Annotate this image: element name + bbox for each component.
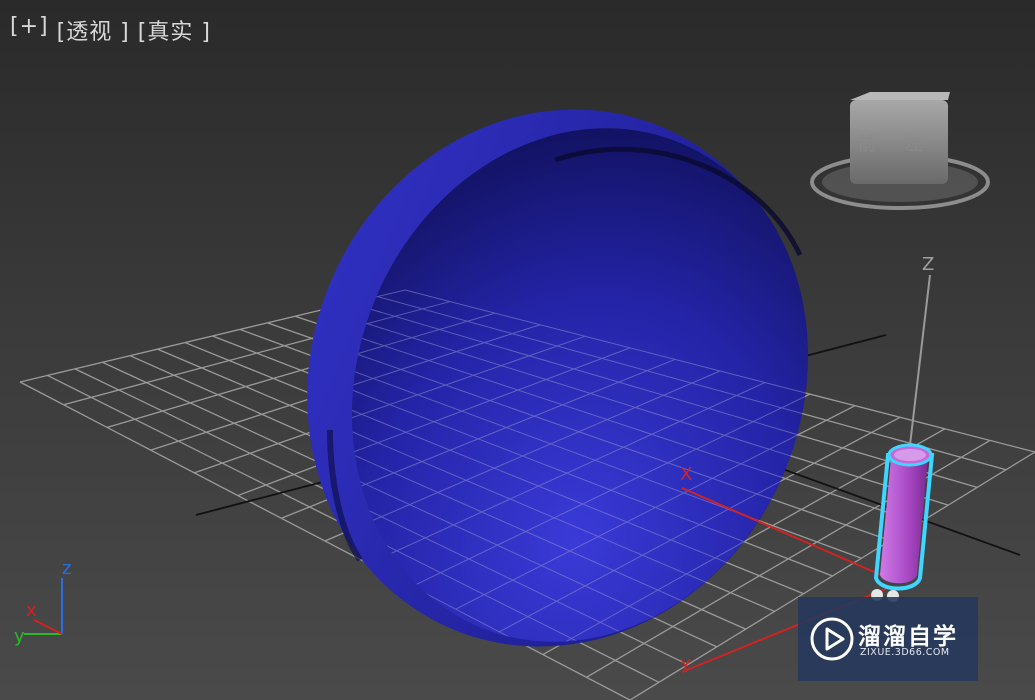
svg-text:前: 前 bbox=[858, 134, 876, 155]
axis-tripod: z x y bbox=[14, 558, 71, 647]
tripod-x-label: x bbox=[26, 600, 37, 621]
svg-text:左: 左 bbox=[905, 134, 923, 155]
scene-canvas[interactable]: X Y Z 前 左 z x y bbox=[0, 0, 1035, 700]
play-logo-icon bbox=[810, 617, 854, 661]
watermark-logo: 溜溜自学 ZIXUE.3D66.COM bbox=[798, 597, 978, 681]
cylinder-object-selected[interactable] bbox=[871, 443, 935, 602]
perspective-viewport[interactable]: X Y Z 前 左 z x y [+] [透视] [真实] 溜溜自学 ZIX… bbox=[0, 0, 1035, 700]
tripod-y-label: y bbox=[14, 626, 25, 647]
watermark-subtitle: ZIXUE.3D66.COM bbox=[860, 647, 950, 658]
gizmo-z-label: Z bbox=[922, 254, 934, 275]
view-cube[interactable]: 前 左 bbox=[810, 92, 990, 210]
viewport-label-menu: [+] [透视 ] [真实 ] bbox=[10, 14, 211, 46]
viewport-shading-menu[interactable]: [真实 ] bbox=[138, 14, 211, 46]
viewport-general-menu[interactable]: [+] bbox=[10, 14, 49, 46]
hemisphere-object[interactable] bbox=[227, 34, 887, 700]
viewport-pov-menu[interactable]: [透视 ] bbox=[57, 14, 130, 46]
gizmo-y-label: Y bbox=[679, 656, 692, 677]
tripod-z-label: z bbox=[62, 558, 71, 579]
gizmo-x-label: X bbox=[680, 464, 692, 485]
watermark-title: 溜溜自学 bbox=[858, 624, 958, 650]
